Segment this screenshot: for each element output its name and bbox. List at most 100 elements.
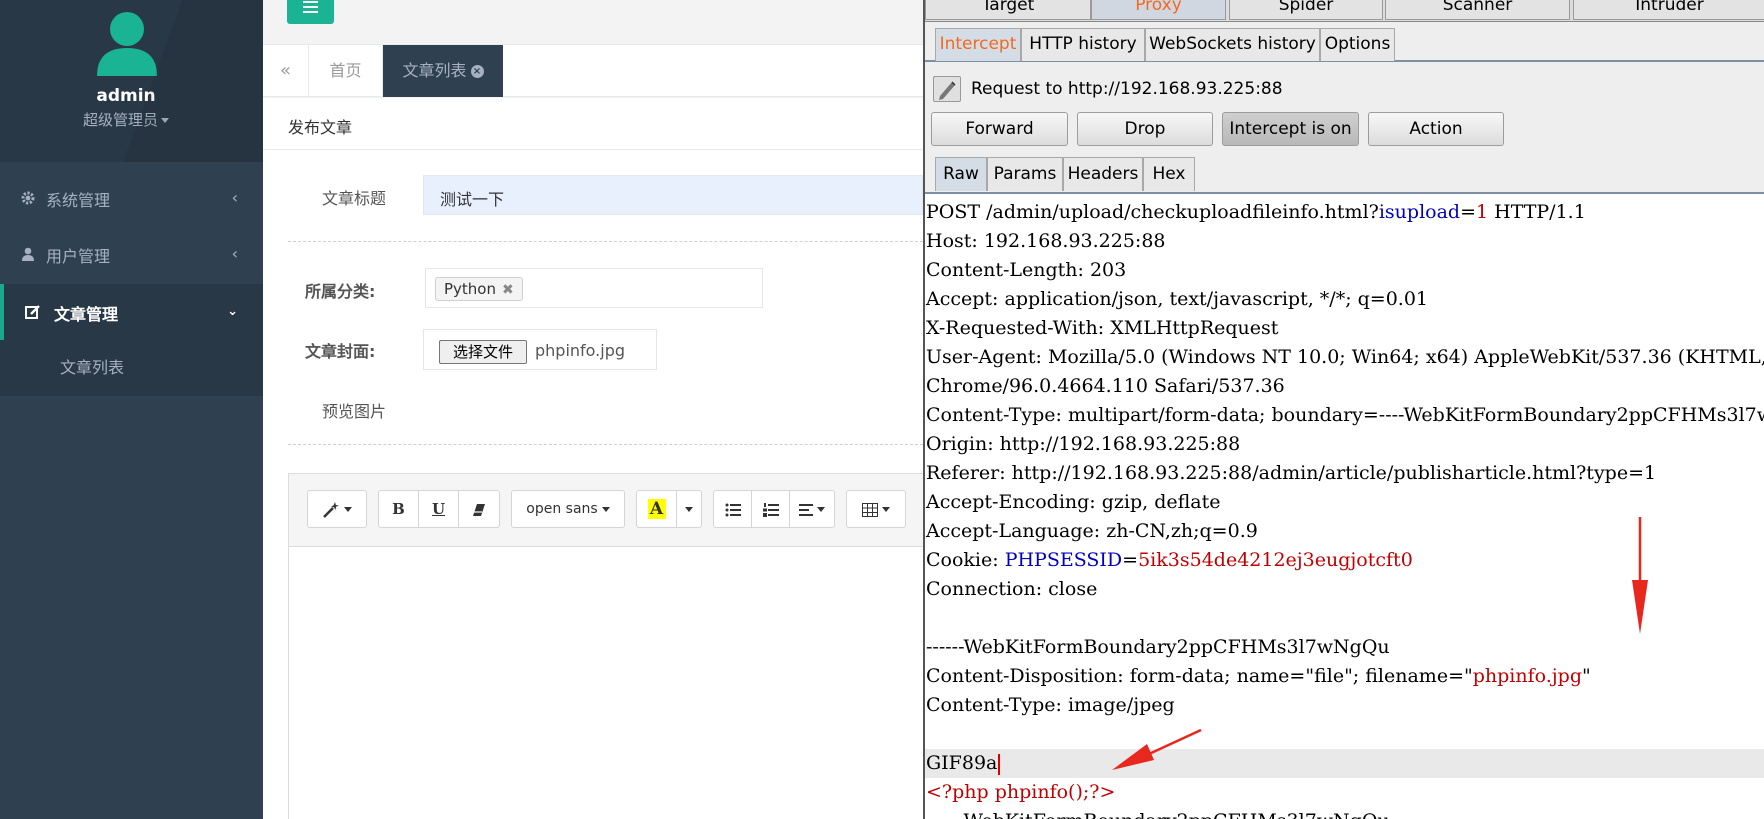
font-family-label: open sans bbox=[526, 501, 598, 517]
choose-file-button[interactable]: 选择文件 bbox=[439, 340, 527, 364]
insert-table-button[interactable] bbox=[847, 491, 905, 527]
annotation-arrow-left bbox=[1112, 728, 1202, 770]
screen: admin 超级管理员 系统管理 ‹ 用户管理 ‹ 文章管理 ⌄ 文章列表 « … bbox=[0, 0, 1764, 819]
caret-down-icon bbox=[817, 507, 825, 512]
title-input-value: 测试一下 bbox=[440, 190, 505, 209]
sidebar-item-label: 用户管理 bbox=[46, 247, 111, 266]
admin-role-dropdown[interactable]: 超级管理员 bbox=[0, 109, 252, 130]
burp-suite-window: Target Proxy Spider Scanner Intruder Int… bbox=[923, 0, 1764, 819]
table-group bbox=[846, 490, 906, 528]
tab-websockets-history[interactable]: WebSockets history bbox=[1145, 28, 1320, 61]
align-button[interactable] bbox=[790, 491, 834, 527]
tab-target[interactable]: Target bbox=[925, 0, 1091, 20]
rich-text-editor: B U open sans A bbox=[288, 473, 929, 819]
article-form: 文章标题 测试一下 所属分类: Python ✖ 文章封面: 选择文件 phpin… bbox=[263, 150, 929, 819]
menu-bar-icon bbox=[303, 11, 318, 13]
annotation-arrow-down bbox=[1632, 517, 1648, 634]
annotation-arrows bbox=[1112, 517, 1648, 770]
sidebar-item-system[interactable]: 系统管理 ‹ bbox=[0, 170, 263, 226]
caret-down-icon bbox=[882, 507, 890, 512]
align-left-icon bbox=[799, 503, 813, 516]
chevron-left-icon: ‹ bbox=[231, 244, 238, 263]
category-chip: Python ✖ bbox=[435, 277, 523, 301]
tab-intercept[interactable]: Intercept bbox=[935, 28, 1021, 61]
sidebar-item-users[interactable]: 用户管理 ‹ bbox=[0, 226, 263, 282]
sidebar-subitem-article-list[interactable]: 文章列表 bbox=[0, 340, 263, 396]
sidebar: admin 超级管理员 系统管理 ‹ 用户管理 ‹ 文章管理 ⌄ 文章列表 bbox=[0, 0, 263, 819]
tab-intruder[interactable]: Intruder bbox=[1573, 0, 1764, 20]
tab-hex[interactable]: Hex bbox=[1143, 157, 1195, 191]
table-icon bbox=[862, 502, 878, 517]
bullet-list-icon bbox=[725, 503, 741, 516]
double-chevron-left-icon[interactable]: « bbox=[263, 45, 309, 97]
selected-file-name: phpinfo.jpg bbox=[535, 341, 626, 360]
tab-headers[interactable]: Headers bbox=[1063, 157, 1143, 191]
tab-params[interactable]: Params bbox=[987, 157, 1063, 191]
preview-label: 预览图片 bbox=[322, 402, 387, 421]
forward-button[interactable]: Forward bbox=[931, 112, 1068, 146]
color-group: A bbox=[636, 490, 702, 528]
gear-icon bbox=[21, 191, 35, 205]
style-group bbox=[307, 490, 367, 528]
title-input[interactable]: 测试一下 bbox=[423, 175, 923, 215]
title-label: 文章标题 bbox=[322, 189, 387, 208]
sidebar-item-label: 文章管理 bbox=[54, 305, 119, 324]
profile-block: admin 超级管理员 bbox=[0, 0, 263, 162]
user-icon bbox=[22, 247, 34, 261]
drop-button[interactable]: Drop bbox=[1077, 112, 1213, 146]
clear-format-button[interactable] bbox=[459, 491, 499, 527]
menu-bar-icon bbox=[303, 6, 318, 8]
page-tabs-bar: « 首页 文章列表 × bbox=[263, 45, 923, 97]
category-label: 所属分类: bbox=[305, 282, 376, 301]
font-family-select[interactable]: open sans bbox=[512, 491, 624, 527]
caret-down-icon bbox=[685, 507, 693, 512]
category-select[interactable]: Python ✖ bbox=[425, 268, 763, 308]
magic-wand-style-button[interactable] bbox=[308, 491, 366, 527]
tab-proxy[interactable]: Proxy bbox=[1091, 0, 1226, 20]
editor-toolbar: B U open sans A bbox=[289, 474, 929, 547]
panel-header: 发布文章 bbox=[263, 98, 923, 150]
tab-home[interactable]: 首页 bbox=[309, 45, 383, 97]
editor-content-area[interactable] bbox=[289, 547, 929, 819]
magic-wand-icon bbox=[323, 501, 339, 518]
user-avatar-icon bbox=[97, 12, 157, 76]
font-family-group: open sans bbox=[511, 490, 625, 528]
edit-request-button[interactable] bbox=[933, 76, 961, 102]
eraser-icon bbox=[473, 503, 485, 516]
font-style-group: B U bbox=[378, 490, 500, 528]
tab-article-list[interactable]: 文章列表 × bbox=[383, 45, 503, 97]
main-content: « 首页 文章列表 × 发布文章 文章标题 测试一下 所属分类: Python ✖ … bbox=[263, 0, 929, 819]
intercept-toggle-button[interactable]: Intercept is on bbox=[1222, 112, 1359, 146]
divider bbox=[288, 241, 923, 242]
color-dropdown-button[interactable] bbox=[677, 491, 701, 527]
tab-options[interactable]: Options bbox=[1320, 28, 1395, 61]
menu-bar-icon bbox=[303, 1, 318, 3]
action-button[interactable]: Action bbox=[1368, 112, 1504, 146]
edit-icon bbox=[25, 305, 40, 319]
chevron-down-icon: ⌄ bbox=[227, 304, 238, 319]
category-chip-label: Python bbox=[444, 280, 496, 298]
admin-role-label: 超级管理员 bbox=[82, 111, 158, 129]
raw-request-editor[interactable]: POST /admin/upload/checkuploadfileinfo.h… bbox=[925, 192, 1764, 819]
underline-button[interactable]: U bbox=[419, 491, 459, 527]
sidebar-subitem-label: 文章列表 bbox=[60, 358, 125, 377]
caret-down-icon bbox=[161, 118, 169, 123]
tab-scanner[interactable]: Scanner bbox=[1385, 0, 1570, 20]
ordered-list-button[interactable] bbox=[752, 491, 790, 527]
close-icon[interactable]: × bbox=[470, 65, 484, 78]
divider bbox=[288, 444, 923, 445]
cover-file-field: 选择文件 phpinfo.jpg bbox=[423, 329, 657, 370]
tab-raw[interactable]: Raw bbox=[935, 157, 987, 191]
unordered-list-button[interactable] bbox=[714, 491, 752, 527]
numbered-list-icon bbox=[762, 502, 779, 517]
remove-icon[interactable]: ✖ bbox=[502, 282, 514, 298]
chevron-left-icon: ‹ bbox=[231, 188, 238, 207]
bold-button[interactable]: B bbox=[379, 491, 419, 527]
burp-main-tabs: Target Proxy Spider Scanner Intruder bbox=[925, 0, 1764, 22]
tab-spider[interactable]: Spider bbox=[1229, 0, 1383, 20]
cover-label: 文章封面: bbox=[305, 342, 376, 361]
text-color-button[interactable]: A bbox=[637, 491, 677, 527]
tab-http-history[interactable]: HTTP history bbox=[1021, 28, 1145, 61]
menu-toggle-button[interactable] bbox=[287, 0, 334, 24]
sidebar-item-articles[interactable]: 文章管理 ⌄ bbox=[0, 284, 263, 340]
